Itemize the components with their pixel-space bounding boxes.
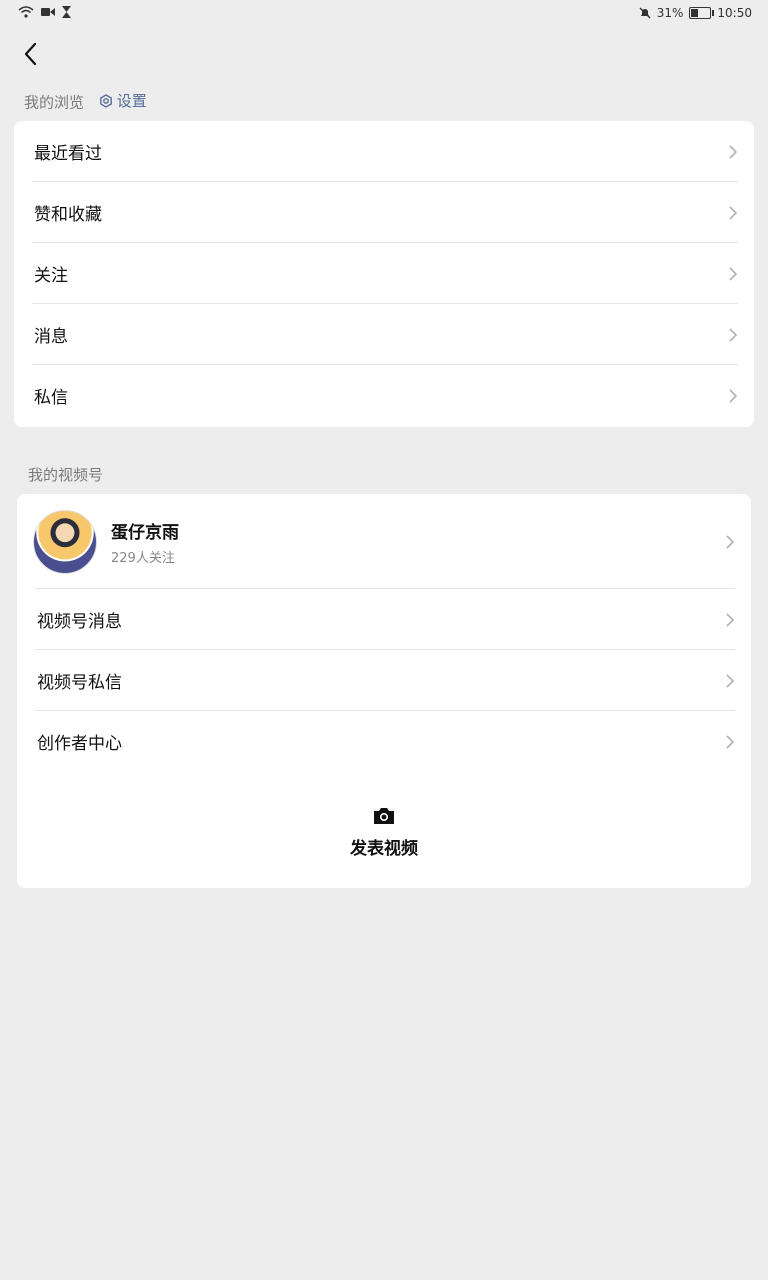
- camera-icon: [374, 807, 394, 824]
- follower-count: 229人关注: [111, 550, 175, 566]
- list-item-channel-messages[interactable]: 视频号消息: [17, 589, 751, 650]
- channel-name: 蛋仔京雨: [111, 522, 179, 543]
- chevron-right-icon: [729, 144, 738, 159]
- list-item-messages[interactable]: 消息: [14, 304, 754, 365]
- channel-title: 我的视频号: [28, 466, 104, 484]
- publish-video-label: 发表视频: [350, 838, 418, 859]
- channel-card: 蛋仔京雨 229人关注 视频号消息 视频号私信 创作者中心 发表视频: [17, 494, 751, 888]
- battery-percent: 31%: [656, 6, 684, 20]
- back-button[interactable]: [20, 40, 44, 68]
- clock: 10:50: [717, 6, 752, 20]
- hourglass-icon: [62, 6, 71, 18]
- list-item-likes-favorites[interactable]: 赞和收藏: [14, 182, 754, 243]
- browse-section-header: 我的浏览 设置: [24, 90, 147, 113]
- browse-title: 我的浏览: [24, 93, 85, 112]
- list-item-channel-private-messages[interactable]: 视频号私信: [17, 650, 751, 711]
- list-item-label: 消息: [34, 327, 68, 347]
- chevron-left-icon: [24, 42, 37, 66]
- list-item-creator-center[interactable]: 创作者中心: [17, 711, 751, 772]
- settings-label: 设置: [116, 92, 147, 110]
- mute-icon: [639, 7, 651, 19]
- list-item-label: 视频号消息: [37, 612, 122, 632]
- gear-icon: [99, 93, 112, 108]
- list-item-label: 最近看过: [34, 144, 102, 164]
- chevron-right-icon: [726, 734, 735, 749]
- list-item-private-messages[interactable]: 私信: [14, 365, 754, 426]
- status-bar: 31% 10:50: [0, 0, 768, 28]
- list-item-label: 关注: [34, 266, 68, 286]
- channel-section-header: 我的视频号: [28, 464, 103, 485]
- list-item-recent[interactable]: 最近看过: [14, 121, 754, 182]
- video-icon: [41, 8, 55, 16]
- list-item-following[interactable]: 关注: [14, 243, 754, 304]
- browse-card: 最近看过 赞和收藏 关注 消息 私信: [14, 121, 754, 427]
- chevron-right-icon: [729, 266, 738, 281]
- settings-link[interactable]: 设置: [99, 90, 147, 111]
- chevron-right-icon: [726, 534, 735, 549]
- list-item-label: 创作者中心: [37, 734, 122, 754]
- chevron-right-icon: [729, 205, 738, 220]
- list-item-label: 视频号私信: [37, 673, 122, 693]
- avatar: [33, 509, 97, 574]
- chevron-right-icon: [729, 327, 738, 342]
- list-item-label: 私信: [34, 388, 68, 408]
- chevron-right-icon: [726, 612, 735, 627]
- battery-icon: [689, 7, 715, 19]
- chevron-right-icon: [726, 673, 735, 688]
- channel-profile[interactable]: 蛋仔京雨 229人关注: [17, 494, 751, 589]
- chevron-right-icon: [729, 388, 738, 403]
- wifi-icon: [18, 6, 34, 18]
- publish-video-button[interactable]: 发表视频: [17, 772, 751, 888]
- list-item-label: 赞和收藏: [34, 205, 102, 225]
